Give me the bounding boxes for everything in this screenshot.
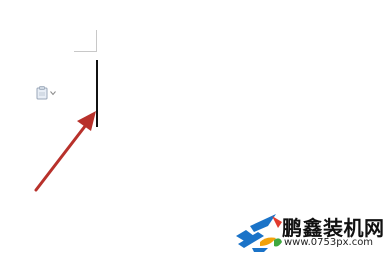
chevron-down-icon [50, 91, 56, 96]
site-watermark: 鹏鑫装机网 www.0753px.com [232, 206, 384, 254]
text-insertion-cursor [96, 60, 98, 127]
paste-options-button[interactable] [36, 85, 58, 101]
clipboard-paste-icon [36, 86, 48, 100]
page-margin-corner-marker [74, 30, 97, 53]
site-logo-icon [236, 214, 282, 252]
watermark-url: www.0753px.com [284, 237, 374, 248]
document-page[interactable]: 鹏鑫装机网 www.0753px.com [0, 0, 384, 256]
